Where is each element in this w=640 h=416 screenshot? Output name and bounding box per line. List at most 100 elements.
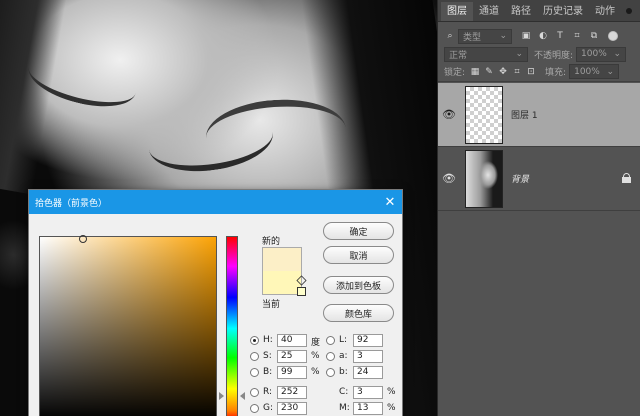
hue-slider[interactable] — [226, 236, 238, 416]
s-input[interactable]: 25 — [277, 350, 307, 363]
chevron-down-icon: ⌄ — [515, 49, 523, 59]
b-label: B: — [263, 367, 273, 377]
lab-b-input[interactable]: 24 — [353, 366, 383, 379]
fill-value: 100% — [574, 66, 600, 77]
adjustment-filter-icon[interactable]: ◐ — [537, 30, 549, 42]
radio-lab-b[interactable] — [326, 368, 335, 377]
lab-b-label: b: — [339, 367, 348, 377]
radio-h[interactable] — [250, 336, 259, 345]
new-color-label: 新的 — [262, 237, 281, 247]
layer-thumbnail-transparent — [465, 85, 503, 144]
lock-artboard-icon[interactable]: ⌗ — [511, 66, 523, 78]
eye-icon[interactable]: 👁 — [438, 108, 460, 121]
filter-toggle[interactable] — [608, 31, 618, 41]
l-input[interactable]: 92 — [353, 334, 383, 347]
color-picker-dialog: 拾色器（前景色） ✕ 新的 当前 确定 取消 添加到色板 颜色库 H: 40 度… — [28, 189, 403, 416]
layer-name[interactable]: 图层 1 — [511, 108, 538, 121]
m-unit: % — [387, 403, 396, 413]
layer-row-background[interactable]: 👁 背景 — [438, 147, 640, 211]
lock-move-icon[interactable]: ✥ — [497, 66, 509, 78]
blend-row: 正常 ⌄ 不透明度: 100% ⌄ — [438, 44, 640, 64]
r-input[interactable]: 252 — [277, 386, 307, 399]
g-label: G: — [263, 403, 274, 413]
filter-type-dropdown[interactable]: 类型 ⌄ — [458, 28, 512, 44]
h-input[interactable]: 40 — [277, 334, 307, 347]
panel-tabs: 图层 通道 路径 历史记录 动作 — [438, 0, 640, 22]
b-input[interactable]: 99 — [277, 366, 307, 379]
dialog-titlebar[interactable]: 拾色器（前景色） ✕ — [29, 190, 402, 214]
lock-row: 锁定: ▦ ✎ ✥ ⌗ ⊡ 填充: 100% ⌄ — [438, 62, 640, 82]
radio-b[interactable] — [250, 368, 259, 377]
tab-channels[interactable]: 通道 — [473, 2, 505, 21]
tab-layers[interactable]: 图层 — [441, 2, 473, 21]
m-label: M: — [339, 403, 350, 413]
s-unit: % — [311, 351, 320, 361]
chevron-down-icon: ⌄ — [606, 66, 615, 77]
type-filter-icon[interactable]: T — [554, 30, 566, 42]
tab-actions[interactable]: 动作 — [589, 2, 621, 21]
photoshop-window: 图层 通道 路径 历史记录 动作 ⌕ 类型 ⌄ ▣ ◐ T ⌗ ⧉ 正常 ⌄ 不… — [0, 0, 640, 416]
filter-type-label: 类型 — [463, 32, 482, 43]
chevron-down-icon: ⌄ — [613, 49, 622, 59]
color-libraries-button[interactable]: 颜色库 — [323, 304, 394, 322]
search-icon: ⌕ — [447, 31, 453, 41]
shape-filter-icon[interactable]: ⌗ — [571, 30, 583, 42]
l-label: L: — [339, 335, 348, 345]
color-field-cursor[interactable] — [79, 235, 87, 243]
opacity-field[interactable]: 100% ⌄ — [576, 46, 627, 62]
current-color-swatch[interactable] — [262, 271, 302, 295]
smart-object-filter-icon[interactable]: ⧉ — [588, 30, 600, 42]
r-label: R: — [263, 387, 273, 397]
cancel-button[interactable]: 取消 — [323, 246, 394, 264]
lock-paint-icon[interactable]: ✎ — [483, 66, 495, 78]
a-input[interactable]: 3 — [353, 350, 383, 363]
lock-transparent-icon[interactable]: ▦ — [469, 66, 481, 78]
radio-s[interactable] — [250, 352, 259, 361]
a-label: a: — [339, 351, 348, 361]
layers-list: 👁 图层 1 👁 背景 — [438, 83, 640, 211]
dialog-title: 拾色器（前景色） — [35, 198, 108, 209]
m-input[interactable]: 13 — [353, 402, 383, 415]
panel-menu-icon[interactable] — [622, 2, 634, 21]
h-label: H: — [263, 335, 273, 345]
add-to-swatches-button[interactable]: 添加到色板 — [323, 276, 394, 294]
opacity-value: 100% — [581, 49, 607, 59]
radio-g[interactable] — [250, 404, 259, 413]
filter-row: ⌕ 类型 ⌄ ▣ ◐ T ⌗ ⧉ — [438, 26, 640, 46]
h-unit: 度 — [311, 338, 321, 348]
opacity-label: 不透明度: — [534, 50, 574, 61]
ok-button[interactable]: 确定 — [323, 222, 394, 240]
lock-icon — [622, 173, 631, 183]
layer-name[interactable]: 背景 — [511, 172, 529, 185]
web-safe-swatch-icon[interactable] — [297, 287, 306, 296]
fill-field[interactable]: 100% ⌄ — [569, 64, 620, 79]
radio-r[interactable] — [250, 388, 259, 397]
filter-icons: ▣ ◐ T ⌗ ⧉ — [520, 30, 600, 42]
g-input[interactable]: 230 — [277, 402, 307, 415]
hue-slider-arrow-left[interactable] — [219, 392, 224, 400]
blend-mode-value: 正常 — [449, 50, 468, 61]
new-color-swatch — [262, 247, 302, 271]
c-input[interactable]: 3 — [353, 386, 383, 399]
close-icon[interactable]: ✕ — [378, 190, 402, 214]
radio-a[interactable] — [326, 352, 335, 361]
tab-history[interactable]: 历史记录 — [537, 2, 589, 21]
hue-slider-arrow-right[interactable] — [240, 392, 245, 400]
blend-mode-dropdown[interactable]: 正常 ⌄ — [444, 46, 528, 62]
eye-icon[interactable]: 👁 — [438, 172, 460, 185]
saturation-brightness-field[interactable] — [39, 236, 217, 416]
layer-thumbnail-portrait — [465, 149, 503, 208]
c-unit: % — [387, 387, 396, 397]
layer-row-1[interactable]: 👁 图层 1 — [438, 83, 640, 147]
fill-label: 填充: — [545, 68, 567, 78]
chevron-down-icon: ⌄ — [499, 31, 507, 41]
tab-paths[interactable]: 路径 — [505, 2, 537, 21]
layers-panel: 图层 通道 路径 历史记录 动作 ⌕ 类型 ⌄ ▣ ◐ T ⌗ ⧉ 正常 ⌄ 不… — [437, 0, 640, 416]
b-unit: % — [311, 367, 320, 377]
c-label: C: — [339, 387, 349, 397]
image-filter-icon[interactable]: ▣ — [520, 30, 532, 42]
lock-all-icon[interactable]: ⊡ — [525, 66, 537, 78]
current-color-label: 当前 — [262, 300, 281, 310]
radio-l[interactable] — [326, 336, 335, 345]
lock-label: 锁定: — [444, 68, 466, 78]
